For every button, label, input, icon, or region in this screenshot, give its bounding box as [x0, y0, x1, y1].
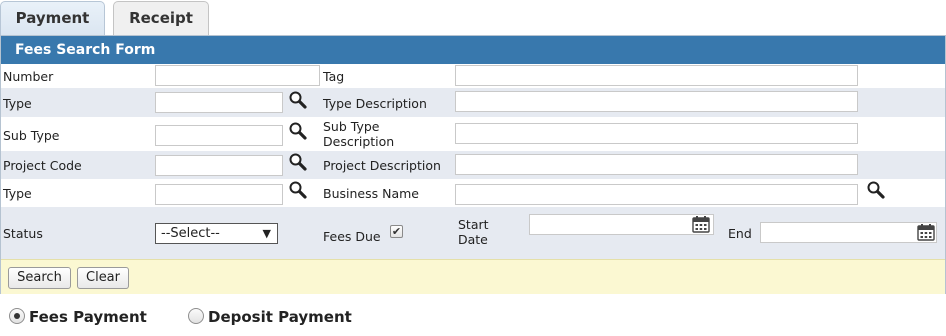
form-row-status: Status --Select-- ▼ Fees Due ✔ Start Dat… — [1, 207, 945, 259]
radio-selected-dot — [14, 313, 20, 319]
checkbox-check-icon: ✔ — [391, 225, 402, 238]
sub-type-description-label: Sub Type Description — [323, 119, 395, 149]
type-label-2: Type — [3, 186, 32, 201]
number-label: Number — [3, 69, 54, 84]
tab-bar: Payment Receipt — [0, 0, 946, 35]
business-name-input[interactable] — [455, 184, 858, 205]
clear-button[interactable]: Clear — [77, 267, 129, 289]
sub-type-label: Sub Type — [3, 128, 60, 143]
form-row-business: Type Business Name — [1, 179, 945, 207]
status-select[interactable]: --Select-- ▼ — [155, 223, 278, 244]
tab-receipt[interactable]: Receipt — [113, 1, 209, 35]
tag-label: Tag — [323, 69, 345, 84]
form-row-number: Number Tag — [1, 64, 945, 88]
start-date-input[interactable] — [529, 214, 714, 235]
status-label: Status — [3, 226, 43, 241]
search-icon[interactable] — [288, 152, 308, 172]
fees-payment-label[interactable]: Fees Payment — [29, 308, 147, 326]
calendar-icon[interactable] — [917, 223, 935, 241]
search-icon[interactable] — [288, 180, 308, 200]
deposit-payment-radio[interactable] — [188, 308, 204, 324]
form-row-project: Project Code Project Description — [1, 151, 945, 179]
form-row-sub-type: Sub Type Sub Type Description — [1, 117, 945, 151]
type-input[interactable] — [155, 92, 283, 113]
end-date-input[interactable] — [760, 222, 937, 243]
type-description-input[interactable] — [455, 91, 858, 112]
project-code-input[interactable] — [155, 155, 283, 176]
end-date-label: End — [728, 226, 752, 241]
search-icon[interactable] — [288, 121, 308, 141]
project-description-input[interactable] — [455, 154, 858, 175]
tab-payment[interactable]: Payment — [0, 1, 105, 35]
project-description-label: Project Description — [323, 158, 441, 173]
panel-title: Fees Search Form — [1, 36, 945, 64]
fees-due-label: Fees Due — [323, 229, 381, 244]
search-button[interactable]: Search — [8, 267, 71, 289]
deposit-payment-label[interactable]: Deposit Payment — [208, 308, 352, 326]
fees-search-panel: Fees Search Form Number Tag Type Type De… — [0, 35, 946, 294]
dropdown-arrow-icon: ▼ — [262, 227, 271, 240]
fees-payment-radio[interactable] — [9, 308, 25, 324]
status-select-value: --Select-- — [161, 226, 220, 241]
number-input[interactable] — [155, 65, 320, 86]
type-description-label: Type Description — [323, 96, 427, 111]
form-row-type: Type Type Description — [1, 88, 945, 117]
fees-due-checkbox[interactable]: ✔ — [390, 225, 403, 238]
sub-type-input[interactable] — [155, 125, 283, 146]
type-input-2[interactable] — [155, 184, 283, 205]
tag-input[interactable] — [455, 65, 858, 86]
button-bar: Search Clear — [1, 259, 945, 294]
business-name-label: Business Name — [323, 186, 419, 201]
sub-type-description-input[interactable] — [455, 123, 858, 144]
payment-type-options: Fees Payment Deposit Payment — [0, 305, 946, 331]
search-icon[interactable] — [866, 180, 886, 200]
project-code-label: Project Code — [3, 158, 82, 173]
search-icon[interactable] — [288, 90, 308, 110]
start-date-label: Start Date — [458, 217, 489, 247]
calendar-icon[interactable] — [692, 215, 710, 233]
type-label: Type — [3, 96, 32, 111]
